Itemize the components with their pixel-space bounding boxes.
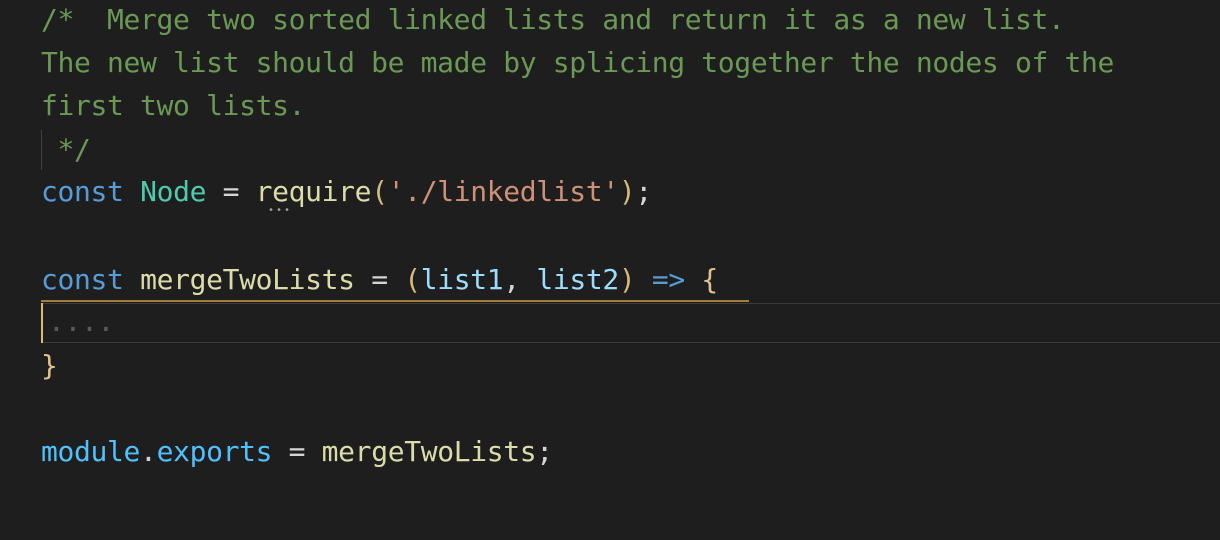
assign-operator: = bbox=[371, 263, 388, 296]
semicolon: ; bbox=[536, 435, 553, 468]
comma: , bbox=[503, 263, 520, 296]
code-editor[interactable]: /* Merge two sorted linked lists and ret… bbox=[0, 0, 1220, 540]
hint-dots-icon[interactable]: ••• bbox=[268, 206, 292, 216]
param-list2: list2 bbox=[536, 263, 619, 296]
bracket-scope-line bbox=[41, 300, 749, 302]
module-object: module bbox=[41, 435, 141, 468]
open-paren: ( bbox=[404, 263, 421, 296]
function-name: mergeTwoLists bbox=[140, 263, 355, 296]
whitespace-dots[interactable]: .... bbox=[48, 302, 114, 342]
current-line-highlight bbox=[41, 303, 1220, 343]
require-function: require bbox=[255, 175, 372, 208]
const-keyword: const bbox=[41, 263, 124, 296]
assign-operator: = bbox=[222, 175, 240, 208]
close-paren: ) bbox=[618, 175, 636, 208]
export-value: mergeTwoLists bbox=[321, 435, 537, 468]
param-list1: list1 bbox=[420, 263, 504, 296]
require-line: const Node = require('./linkedlist'); bbox=[41, 172, 652, 212]
comment-line-4: */ bbox=[41, 133, 91, 166]
bracket-guide bbox=[41, 303, 43, 343]
close-paren: ) bbox=[618, 263, 636, 296]
comment-line-3: first two lists. bbox=[41, 89, 306, 122]
module-path-string: './linkedlist' bbox=[387, 175, 619, 208]
arrow-operator: => bbox=[651, 263, 685, 296]
semicolon: ; bbox=[635, 175, 652, 208]
function-declaration-line: const mergeTwoLists = (list1, list2) => … bbox=[41, 260, 718, 300]
const-keyword: const bbox=[41, 175, 124, 208]
assign-operator: = bbox=[288, 435, 306, 468]
export-line: module.exports = mergeTwoLists; bbox=[41, 432, 553, 472]
exports-property: exports bbox=[156, 435, 273, 468]
comment-line-2: The new list should be made by splicing … bbox=[41, 46, 1114, 79]
dot: . bbox=[140, 435, 157, 468]
comment-line-1: /* Merge two sorted linked lists and ret… bbox=[41, 3, 1065, 36]
close-brace: } bbox=[41, 349, 58, 382]
node-identifier: Node bbox=[140, 175, 207, 208]
open-paren: ( bbox=[371, 175, 388, 208]
open-brace: { bbox=[701, 263, 718, 296]
